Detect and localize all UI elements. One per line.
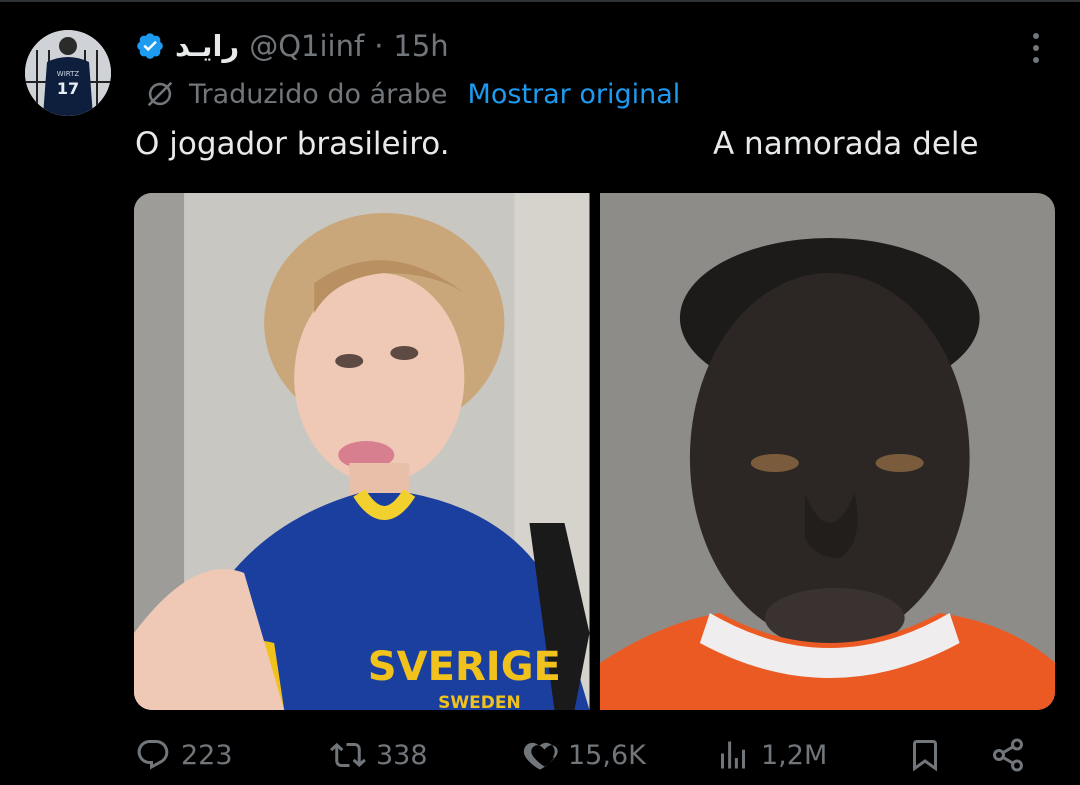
share-button[interactable] — [990, 727, 1026, 783]
reply-count: 223 — [181, 739, 233, 771]
caption-right: A namorada dele — [713, 126, 979, 162]
views-button[interactable]: 1,2M — [715, 727, 827, 783]
like-button[interactable]: 15,6K — [522, 727, 646, 783]
more-options-icon[interactable] — [1018, 28, 1054, 68]
bookmark-button[interactable] — [907, 727, 943, 783]
author-display-name[interactable]: رايـد — [175, 29, 239, 63]
show-original-link[interactable]: Mostrar original — [468, 79, 681, 110]
avatar-jersey-name: WIRTZ — [57, 70, 80, 78]
author-handle[interactable]: @Q1iinf — [249, 29, 364, 63]
like-icon — [522, 737, 558, 773]
media-photo-right[interactable] — [599, 193, 1055, 710]
caption-left: O jogador brasileiro. — [135, 126, 450, 162]
repost-button[interactable]: 338 — [330, 727, 428, 783]
translation-bar: Traduzido do árabe Mostrar original — [143, 72, 680, 116]
avatar-image: WIRTZ 17 — [25, 30, 111, 116]
reply-button[interactable]: 223 — [135, 727, 233, 783]
bookmark-icon — [907, 737, 943, 773]
shirt-subtext: SWEDEN — [438, 693, 521, 710]
repost-count: 338 — [376, 739, 428, 771]
tweet-header: رايـد @Q1iinf · 15h — [135, 22, 449, 70]
tweet-actions: 223 338 15,6K 1,2M — [135, 727, 1035, 783]
avatar-jersey-number: 17 — [57, 79, 79, 98]
top-divider — [0, 0, 1080, 2]
views-icon — [715, 737, 751, 773]
translated-label: Traduzido do árabe — [189, 78, 448, 110]
verified-badge-icon — [135, 31, 165, 61]
share-icon — [990, 737, 1026, 773]
avatar[interactable]: WIRTZ 17 — [25, 30, 111, 116]
shirt-text: SVERIGE — [368, 644, 561, 690]
reply-icon — [135, 737, 171, 773]
separator-dot: · — [374, 29, 384, 63]
media-grid: SVERIGE SWEDEN — [134, 193, 1055, 710]
like-count: 15,6K — [568, 739, 646, 771]
media-photo-left[interactable]: SVERIGE SWEDEN — [134, 193, 590, 710]
timestamp[interactable]: 15h — [393, 29, 448, 63]
repost-icon — [330, 737, 366, 773]
translate-icon — [143, 77, 177, 111]
views-count: 1,2M — [761, 739, 828, 771]
